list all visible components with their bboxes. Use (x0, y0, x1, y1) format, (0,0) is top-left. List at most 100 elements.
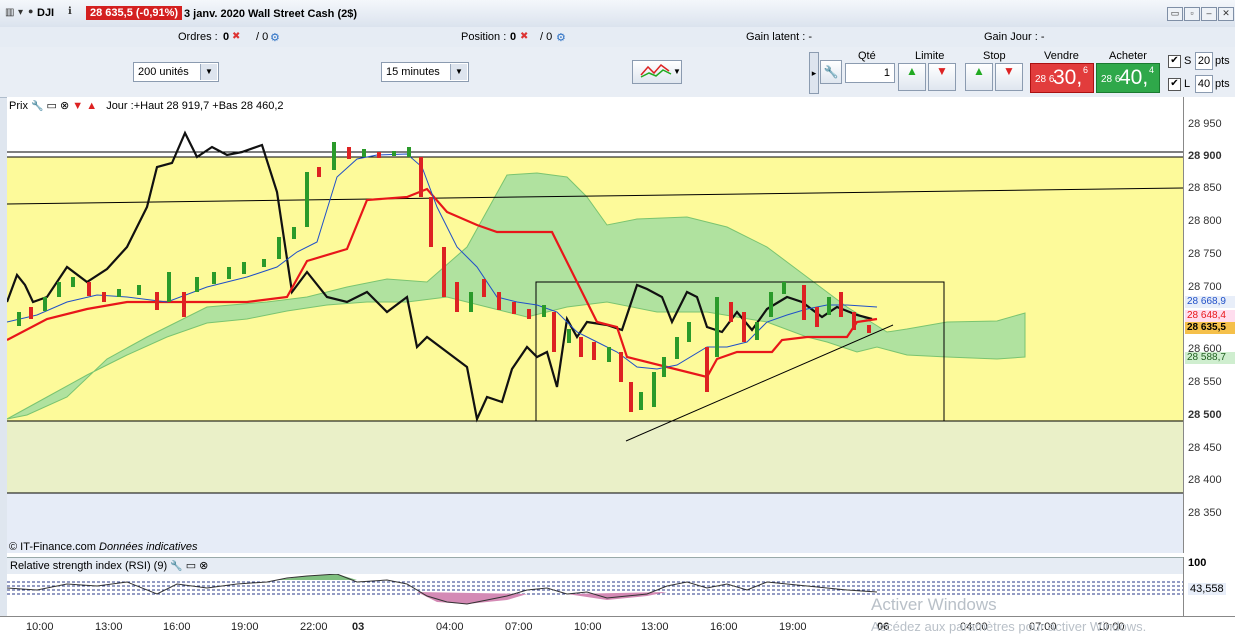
price-label: 28 350 (1188, 507, 1222, 519)
rsi-title: Relative strength index (RSI) (9) (10, 560, 168, 572)
data-source: © IT-Finance.com Données indicatives (9, 541, 197, 553)
pts-label: pts (1215, 78, 1230, 90)
time-label: 19:00 (231, 621, 259, 633)
wrench-icon[interactable]: 🔧 (31, 101, 43, 112)
price-label: 28 950 (1188, 118, 1222, 130)
position-label: Position : (461, 31, 507, 43)
vendre-label: Vendre (1044, 50, 1079, 62)
buy-price-decimal: 4 (1149, 65, 1155, 75)
time-label: 13:00 (95, 621, 123, 633)
stop-checkbox[interactable]: ✔ (1168, 55, 1181, 68)
ordres-count: 0 (223, 31, 230, 43)
activation-watermark-sub: Accédez aux paramètres pour activer Wind… (871, 619, 1147, 634)
stop-pts-input[interactable]: 20 (1195, 52, 1213, 70)
position-total: / 0 (540, 31, 553, 43)
ordres-label: Ordres : (178, 31, 218, 43)
instrument-name: Wall Street Cash (2$) (248, 8, 358, 20)
dock-window-icon[interactable]: ▫ (1184, 7, 1200, 21)
chart-icon[interactable]: ▥ (5, 7, 14, 18)
buy-limit-icon[interactable]: ▲ (898, 63, 926, 91)
wrench-icon[interactable]: 🔧 (170, 561, 182, 572)
price-label: 28 850 (1188, 182, 1222, 194)
collapse-arrow-icon[interactable]: ▸ (809, 52, 819, 94)
stop-label: Stop (983, 50, 1006, 62)
price-label: 28 450 (1188, 442, 1222, 454)
buy-price-main: 40, (1119, 66, 1149, 89)
limit-pts-input[interactable]: 40 (1195, 75, 1213, 93)
gain-jour: Gain Jour : - (984, 31, 1045, 43)
time-label: 10:00 (574, 621, 602, 633)
s-label: S (1184, 55, 1192, 67)
indicators-icon (640, 63, 672, 78)
sell-button[interactable]: 28 6 30, 6 (1030, 63, 1094, 93)
chevron-down-icon[interactable]: ▾ (18, 7, 23, 18)
buy-stop-icon[interactable]: ▲ (965, 63, 993, 91)
time-label: 07:00 (505, 621, 533, 633)
position-count: 0 (510, 31, 517, 43)
price-label: 28 700 (1188, 281, 1222, 293)
sell-limit-icon[interactable]: ▼ (928, 63, 956, 91)
cancel-orders-icon[interactable]: ✖ (232, 31, 240, 42)
gear-icon[interactable]: ⚙ (270, 31, 280, 44)
interval-select[interactable]: 15 minutes ▼ (381, 62, 469, 82)
pts-label: pts (1215, 55, 1230, 67)
ordres-total: / 0 (256, 31, 269, 43)
prix-label: Prix (9, 100, 28, 112)
close-icon[interactable]: ✕ (1218, 7, 1234, 21)
price-label: 28 500 (1188, 409, 1222, 421)
gear-icon[interactable]: ⚙ (556, 31, 566, 44)
down-arrow-icon[interactable]: ▼ (72, 100, 83, 112)
rsi-legend: Relative strength index (RSI) (9) 🔧 ▭ ⊗ (10, 559, 208, 572)
symbol-label[interactable]: DJI (37, 7, 54, 19)
l-label: L (1184, 78, 1191, 90)
flag-icon: ● (28, 6, 34, 16)
time-label: 04:00 (436, 621, 464, 633)
sell-price-decimal: 6 (1083, 65, 1089, 75)
acheter-label: Acheter (1109, 50, 1147, 62)
title-bar: ▥ ▾ ● DJI ℹ 28 635,5 (-0,91%) 3 janv. 20… (0, 0, 1235, 28)
source-copyright: © IT-Finance.com (9, 541, 96, 553)
units-select[interactable]: 200 unités ▼ (133, 62, 219, 82)
close-positions-icon[interactable]: ✖ (520, 31, 528, 42)
price-label: 28 550 (1188, 376, 1222, 388)
order-status-bar: Ordres : 0 ✖ / 0 ⚙ Position : 0 ✖ / 0 ⚙ … (0, 27, 1235, 48)
price-label: 28 900 (1188, 150, 1222, 162)
window-icon[interactable]: ▭ (186, 560, 196, 572)
limit-checkbox[interactable]: ✔ (1168, 78, 1181, 91)
rsi-chart[interactable] (7, 574, 1183, 616)
window-icon[interactable]: ▭ (47, 100, 57, 112)
time-label: 16:00 (163, 621, 191, 633)
activation-watermark: Activer Windows (871, 595, 997, 614)
time-label: 13:00 (641, 621, 669, 633)
gain-latent: Gain latent : - (746, 31, 813, 43)
up-arrow-icon[interactable]: ▲ (86, 100, 97, 112)
kijun-price-box: 28 648,4 (1185, 310, 1235, 322)
chevron-down-icon: ▼ (450, 64, 467, 80)
close-icon[interactable]: ⊗ (199, 560, 208, 572)
wrench-icon[interactable]: 🔧 (820, 60, 842, 84)
minimize-icon[interactable]: – (1201, 7, 1217, 21)
time-label: 19:00 (779, 621, 807, 633)
chevron-down-icon[interactable]: ▼ (673, 67, 681, 76)
price-label: 28 750 (1188, 248, 1222, 260)
sell-price-main: 30, (1053, 66, 1083, 89)
qte-label: Qté (858, 50, 876, 62)
buy-button[interactable]: 28 6 40, 4 (1096, 63, 1160, 93)
time-label: 03 (352, 621, 365, 633)
rsi-value-box: 43,558 (1188, 583, 1226, 595)
sell-price-prefix: 28 6 (1035, 74, 1055, 85)
cloud-price-box: 28 588,7 (1185, 352, 1235, 364)
restore-window-icon[interactable]: ▭ (1167, 7, 1183, 21)
time-label: 22:00 (300, 621, 328, 633)
time-label: 10:00 (26, 621, 54, 633)
sell-stop-icon[interactable]: ▼ (995, 63, 1023, 91)
quantity-input[interactable]: 1 (845, 63, 895, 83)
tenkan-price-box: 28 668,9 (1185, 296, 1235, 308)
close-icon[interactable]: ⊗ (60, 100, 69, 112)
rsi-top-label: 100 (1188, 557, 1207, 569)
price-label: 28 800 (1188, 215, 1222, 227)
source-note: Données indicatives (99, 541, 198, 553)
day-range-legend: Jour :+Haut 28 919,7 +Bas 28 460,2 (106, 100, 284, 112)
info-icon[interactable]: ℹ (68, 6, 72, 17)
title-date: 3 janv. 2020 (184, 8, 245, 20)
